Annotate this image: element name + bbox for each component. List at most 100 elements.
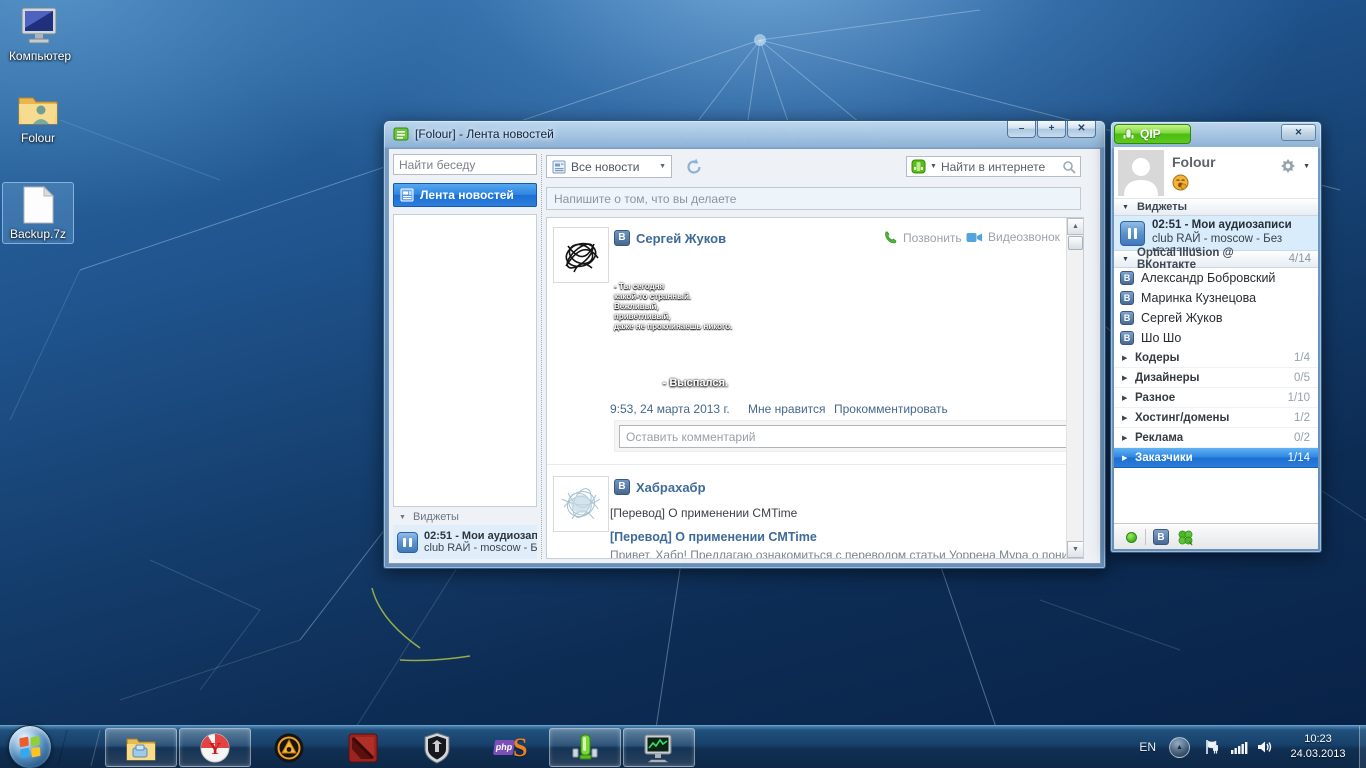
qip-menu-button[interactable]: QIP (1114, 124, 1191, 144)
contact-row[interactable]: В Маринка Кузнецова (1114, 288, 1318, 308)
meme-text: - Ты сегодня (610, 282, 734, 292)
panel-close-button[interactable]: ✕ (1281, 124, 1316, 141)
profile-avatar[interactable] (1118, 150, 1164, 196)
call-button[interactable]: Позвонить (883, 230, 962, 245)
contact-row[interactable]: В Александр Бобровский (1114, 268, 1318, 288)
network-signal-icon[interactable] (1231, 741, 1248, 754)
taskbar-app-phpstorm[interactable]: php S (475, 728, 547, 767)
comment-input[interactable] (619, 425, 1070, 448)
group-count: 1/4 (1294, 352, 1310, 364)
sidebar-widgets-header[interactable]: ▼ Виджеты (393, 509, 537, 525)
audio-player-widget[interactable]: 02:51 - Мои аудиозаписи club RAЙ - mosco… (393, 525, 537, 559)
call-label: Позвонить (903, 231, 962, 245)
conversation-list[interactable] (393, 214, 537, 507)
s-letter: S (513, 733, 527, 763)
clock[interactable]: 10:23 24.03.2013 (1278, 732, 1358, 762)
qip-mini-icon (911, 159, 926, 174)
group-header-optical-illusion[interactable]: ▼ Optical Illusion @ ВКонтакте 4/14 (1114, 251, 1318, 268)
scroll-down-button[interactable]: ▼ (1067, 541, 1084, 558)
pause-button[interactable] (397, 532, 418, 553)
feed-window-titlebar[interactable]: [Folour] - Лента новостей (393, 126, 554, 142)
vk-badge-icon[interactable]: В (614, 230, 630, 246)
group-row-ads[interactable]: ▶ Реклама 0/2 (1114, 428, 1318, 448)
chevron-down-icon: ▼ (659, 163, 666, 170)
contact-row[interactable]: В Шо Шо (1114, 328, 1318, 348)
contact-row[interactable]: В Сергей Жуков (1114, 308, 1318, 328)
taskbar-app-yandex-browser[interactable]: Y (179, 728, 251, 767)
group-count: 0/5 (1294, 372, 1310, 384)
start-button[interactable] (8, 725, 52, 768)
window-title: [Folour] - Лента новостей (415, 127, 554, 141)
volume-icon[interactable] (1257, 739, 1274, 755)
widgets-section-header[interactable]: ▼ Виджеты (1114, 199, 1318, 216)
refresh-button[interactable] (684, 157, 704, 177)
post-timestamp[interactable]: 9:53, 24 марта 2013 г. (610, 402, 730, 416)
clock-time: 10:23 (1278, 732, 1358, 747)
status-input-wrap (546, 187, 1081, 210)
group-name: Заказчики (1135, 452, 1193, 464)
group-row-clients-selected[interactable]: ▶ Заказчики 1/14 (1114, 448, 1318, 468)
taskbar-app-qip[interactable] (549, 728, 621, 767)
chevron-down-icon[interactable]: ▼ (1303, 163, 1310, 170)
world-of-tanks-icon (423, 732, 451, 764)
post-avatar[interactable] (553, 476, 609, 532)
post-meme-image[interactable]: - Ты сегодня какой-то странный. Вежливый… (610, 260, 734, 397)
post-avatar[interactable] (553, 227, 609, 283)
desktop-icon-label: Компьютер (4, 49, 76, 63)
scroll-thumb[interactable] (1068, 236, 1083, 250)
qip-icon (568, 733, 602, 763)
action-center-flag-icon[interactable] (1204, 739, 1220, 755)
sidebar-item-news-feed[interactable]: Лента новостей (393, 183, 537, 207)
scroll-up-button[interactable]: ▲ (1067, 218, 1084, 235)
conversation-search-input[interactable] (393, 154, 537, 175)
group-row-hosting[interactable]: ▶ Хостинг/домены 1/2 (1114, 408, 1318, 428)
like-link[interactable]: Мне нравится (748, 402, 826, 416)
phone-icon (883, 230, 898, 245)
desktop-icon-backup[interactable]: Backup.7z (2, 182, 74, 244)
desktop-icon-folour[interactable]: Folour (2, 90, 74, 145)
minimize-button[interactable]: – (1007, 121, 1036, 138)
clover-icon[interactable] (1177, 529, 1194, 546)
profile-name[interactable]: Folour (1172, 154, 1216, 170)
pause-button[interactable] (1120, 221, 1145, 246)
status-input[interactable] (547, 188, 1080, 209)
language-indicator[interactable]: EN (1139, 740, 1156, 754)
vk-badge-icon[interactable]: В (614, 479, 630, 495)
audio-player-widget[interactable]: 02:51 - Мои аудиозаписи club RAЙ - mosco… (1114, 216, 1318, 251)
internet-search-box[interactable]: ▼ Найти в интернете (906, 156, 1081, 177)
close-button[interactable]: ✕ (1067, 121, 1096, 138)
qip-pager-icon (1122, 128, 1135, 141)
group-row-designers[interactable]: ▶ Дизайнеры 0/5 (1114, 368, 1318, 388)
taskbar-app-windows-explorer[interactable] (105, 728, 177, 767)
taskbar-app-world-of-tanks[interactable] (401, 728, 473, 767)
yawning-smiley-icon[interactable] (1172, 174, 1189, 191)
group-name: Дизайнеры (1135, 372, 1199, 384)
video-call-button[interactable]: Видеозвонок (966, 230, 1060, 244)
show-hidden-icons-button[interactable]: ▲ (1169, 737, 1190, 758)
taskbar-app-aimp[interactable] (253, 728, 325, 767)
post-body: Привет, Хабр! Предлагаю ознакомиться с п… (610, 548, 1084, 559)
group-row-misc[interactable]: ▶ Разное 1/10 (1114, 388, 1318, 408)
news-filter-dropdown[interactable]: Все новости ▼ (546, 155, 672, 178)
post-author[interactable]: Хабрахабр (636, 480, 706, 495)
qip-button-label: QIP (1140, 127, 1161, 141)
vk-badge-icon: В (1120, 311, 1134, 325)
taskbar-app-dota2[interactable] (327, 728, 399, 767)
desktop-icon-computer[interactable]: Компьютер (4, 6, 76, 63)
collapse-arrow-icon: ▼ (1122, 204, 1129, 211)
expand-arrow-icon: ▶ (1122, 394, 1135, 402)
settings-gear-icon[interactable] (1280, 158, 1296, 174)
taskbar-app-system-monitor[interactable] (623, 728, 695, 767)
group-row-coders[interactable]: ▶ Кодеры 1/4 (1114, 348, 1318, 368)
comment-link[interactable]: Прокомментировать (834, 402, 948, 416)
expand-arrow-icon: ▶ (1122, 414, 1135, 422)
feed-scrollbar[interactable]: ▲ ▼ (1066, 218, 1083, 558)
post-author[interactable]: Сергей Жуков (636, 231, 726, 246)
sidebar-item-label: Лента новостей (420, 188, 514, 202)
online-status-icon[interactable] (1126, 532, 1137, 543)
show-desktop-button[interactable] (1359, 726, 1366, 768)
maximize-button[interactable]: + (1037, 121, 1066, 138)
feed-window-client: Лента новостей ▼ Виджеты 02:51 - Мои ауд… (388, 148, 1101, 564)
post-link-title[interactable]: [Перевод] О применении CMTime (610, 530, 817, 544)
vk-account-icon[interactable]: В (1153, 529, 1169, 545)
